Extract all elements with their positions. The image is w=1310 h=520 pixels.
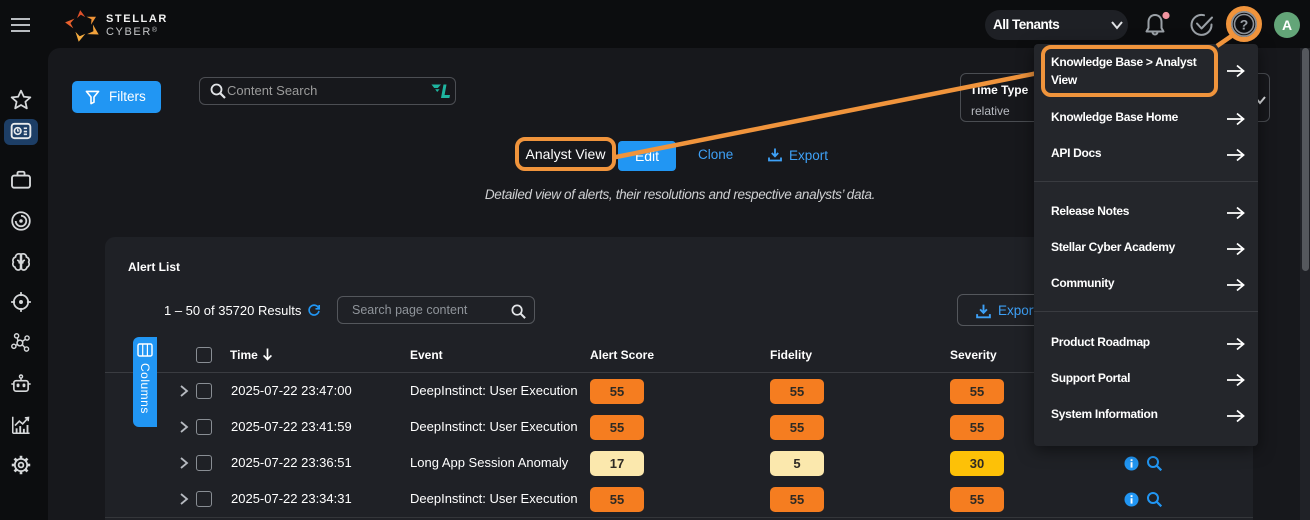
svg-text:?: ? — [1240, 17, 1249, 33]
